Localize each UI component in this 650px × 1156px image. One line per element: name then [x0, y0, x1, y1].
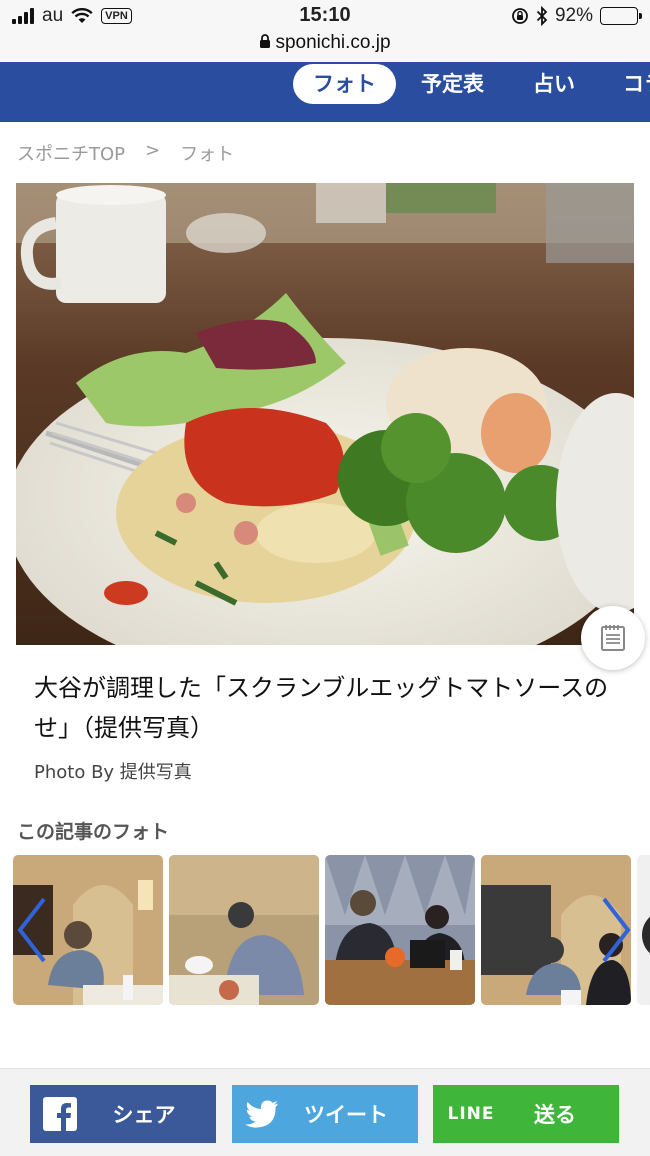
rotation-lock-icon — [512, 8, 528, 24]
thumbnail-2[interactable] — [169, 855, 319, 1005]
related-photos-title: この記事のフォト — [17, 821, 170, 843]
breadcrumb-current[interactable]: フォト — [180, 140, 234, 166]
twitter-tweet-button[interactable]: ツイート — [232, 1085, 418, 1143]
battery-icon — [600, 7, 642, 25]
twitter-tweet-label: ツイート — [304, 1103, 388, 1127]
facebook-icon — [43, 1097, 77, 1131]
bluetooth-icon — [536, 6, 548, 26]
article-icon — [601, 625, 625, 651]
food-plate-image — [16, 183, 634, 645]
thumbnail-3[interactable] — [325, 855, 475, 1005]
related-photos-carousel — [13, 855, 650, 1005]
thumbnail-5[interactable] — [637, 855, 650, 1005]
share-bar: シェア ツイート LINE 送る — [0, 1068, 650, 1156]
photo-credit: Photo By 提供写真 — [34, 762, 192, 783]
facebook-share-label: シェア — [112, 1103, 176, 1127]
tab-photo[interactable]: フォト — [293, 64, 396, 104]
photo-caption: 大谷が調理した「スクランブルエッグトマトソースのせ」（提供写真） — [34, 674, 609, 742]
article-button[interactable] — [581, 606, 645, 670]
lock-icon — [260, 34, 271, 48]
facebook-share-button[interactable]: シェア — [30, 1085, 216, 1143]
carousel-prev-arrow-icon[interactable] — [12, 895, 52, 965]
carousel-next-arrow-icon[interactable] — [596, 895, 636, 965]
main-photo[interactable] — [16, 183, 634, 645]
tab-column[interactable]: コラ — [603, 64, 650, 104]
category-nav: フォト 予定表 占い コラ — [0, 62, 650, 122]
status-right: 92% — [511, 5, 642, 27]
tab-schedule[interactable]: 予定表 — [401, 64, 504, 104]
line-icon: LINE — [433, 1104, 509, 1124]
battery-percent: 92% — [554, 5, 593, 26]
line-send-button[interactable]: LINE 送る — [433, 1085, 619, 1143]
status-bar: au VPN 15:10 sponichi.co.jp 92% — [0, 0, 650, 62]
url-bar[interactable]: sponichi.co.jp — [0, 32, 650, 54]
breadcrumb-separator: > — [145, 140, 161, 161]
breadcrumb: スポニチTOP > フォト — [17, 140, 234, 166]
line-icon-text: LINE — [447, 1104, 495, 1124]
tab-fortune[interactable]: 占い — [513, 64, 595, 104]
breadcrumb-home[interactable]: スポニチTOP — [17, 140, 125, 166]
line-send-label: 送る — [534, 1103, 576, 1127]
twitter-bird-icon — [245, 1100, 278, 1128]
url-text: sponichi.co.jp — [275, 32, 391, 53]
